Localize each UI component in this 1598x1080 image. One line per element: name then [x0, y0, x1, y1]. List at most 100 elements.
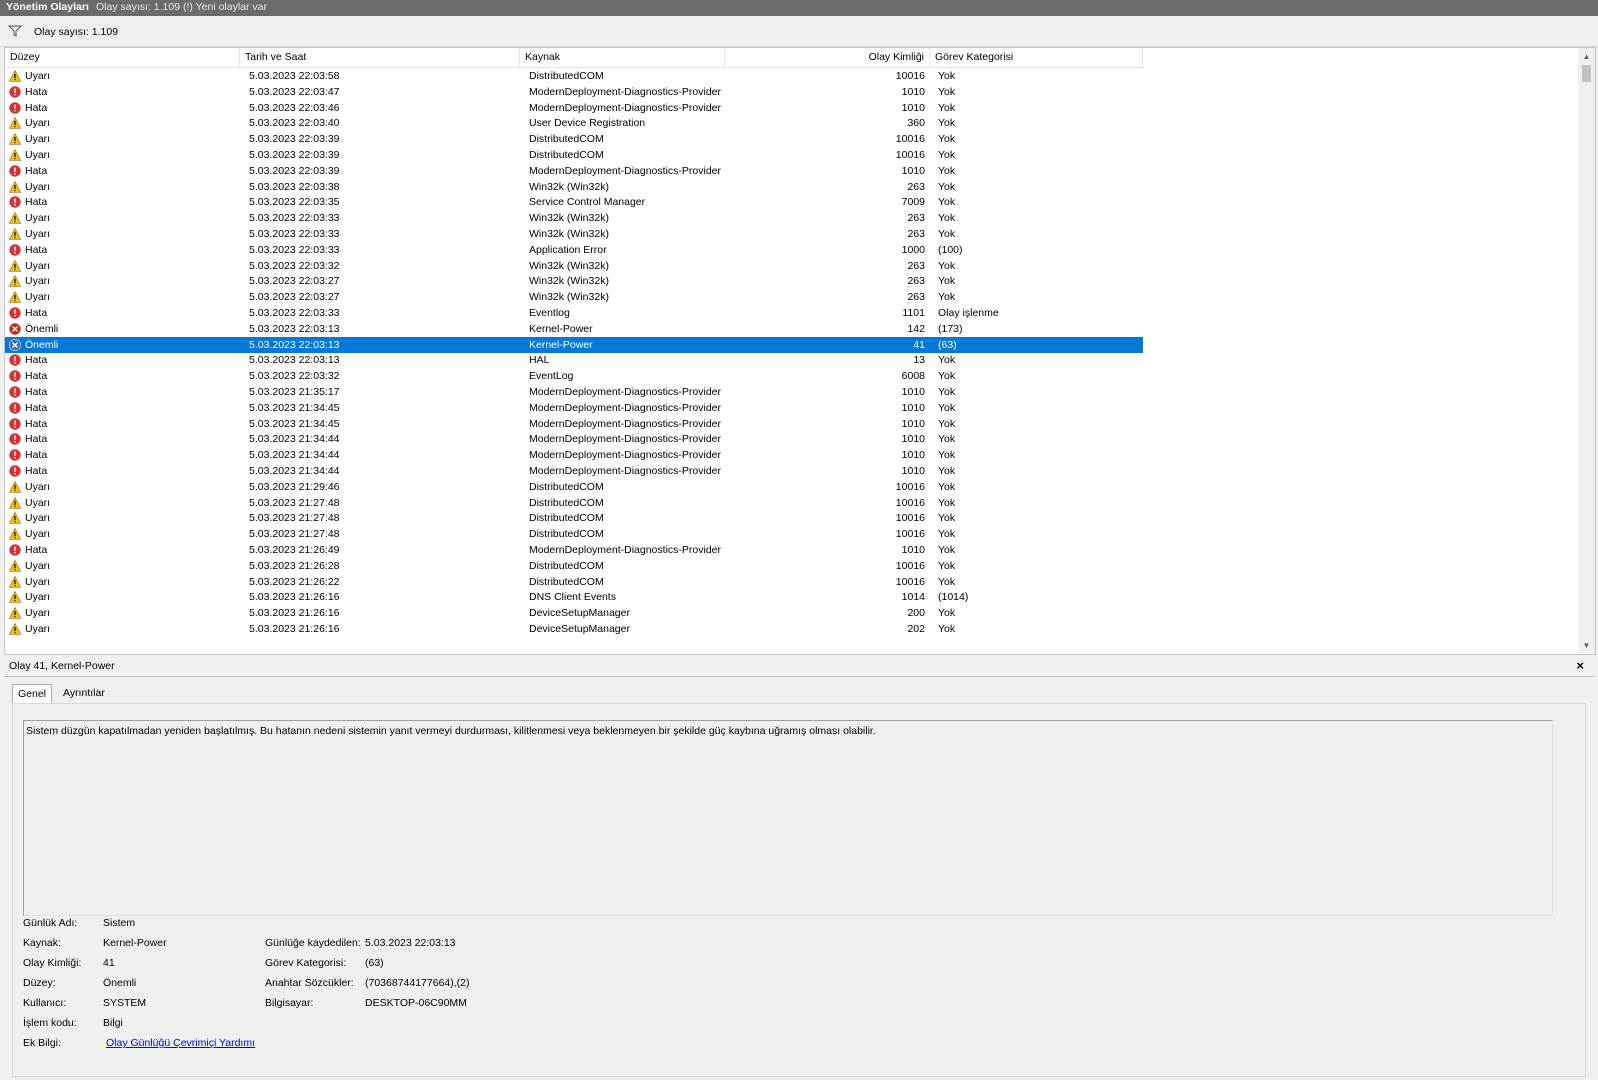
event-level: Önemli [25, 338, 59, 351]
online-help-link[interactable]: Olay Günlüğü Çevrimiçi Yardımı [106, 1037, 255, 1049]
event-row[interactable]: Hata 5.03.2023 21:34:45 ModernDeployment-D… [5, 400, 1143, 416]
event-row[interactable]: Hata 5.03.2023 22:03:35 Service Control Ma… [5, 194, 1143, 210]
event-source: DeviceSetupManager [529, 607, 630, 620]
event-category: Olay işlenme [938, 307, 999, 319]
event-row[interactable]: Hata 5.03.2023 22:03:13 HAL 13 Yok [5, 352, 1143, 368]
keywords-value: (70368744177664),(2) [365, 977, 470, 989]
warning-icon [8, 227, 22, 240]
event-row[interactable]: Hata 5.03.2023 21:35:17 ModernDeployment-D… [5, 384, 1143, 400]
event-row[interactable]: Uyarı 5.03.2023 21:26:16 DeviceSetupManage… [5, 605, 1143, 621]
event-datetime: 5.03.2023 22:03:40 [249, 117, 340, 130]
event-row[interactable]: Uyarı 5.03.2023 21:27:48 DistributedCOM 100… [5, 526, 1143, 542]
event-category: Yok [938, 496, 956, 509]
event-row[interactable]: Uyarı 5.03.2023 22:03:27 Win32k (Win32k) 26… [5, 289, 1143, 305]
event-level: Uyarı [25, 180, 51, 193]
close-icon[interactable]: × [1576, 656, 1584, 676]
event-row[interactable]: Uyarı 5.03.2023 21:27:48 DistributedCOM 100… [5, 495, 1143, 511]
event-level: Hata [25, 433, 48, 446]
event-row[interactable]: Önemli 5.03.2023 22:03:13 Kernel-Power 142 (… [5, 321, 1143, 337]
event-category: (100) [938, 243, 963, 256]
event-category: Yok [938, 559, 956, 572]
event-row[interactable]: Uyarı 5.03.2023 21:26:16 DeviceSetupManage… [5, 621, 1143, 637]
filter-icon[interactable] [8, 25, 22, 37]
event-source: Win32k (Win32k) [529, 228, 609, 240]
warning-icon [8, 480, 22, 493]
event-row[interactable]: Uyarı 5.03.2023 22:03:39 DistributedCOM 100… [5, 131, 1143, 147]
tab-details[interactable]: Ayrıntılar [58, 684, 110, 703]
event-row[interactable]: Uyarı 5.03.2023 22:03:39 DistributedCOM 100… [5, 147, 1143, 163]
column-header-category[interactable]: Görev Kategorisi [930, 48, 1143, 67]
event-row[interactable]: Hata 5.03.2023 22:03:46 ModernDeployment-D… [5, 100, 1143, 116]
event-row[interactable]: Hata 5.03.2023 22:03:47 ModernDeployment-D… [5, 84, 1143, 100]
event-row[interactable]: Hata 5.03.2023 22:03:33 Eventlog 1101 Olay i… [5, 305, 1143, 321]
event-row[interactable]: Uyarı 5.03.2023 22:03:58 DistributedCOM 100… [5, 68, 1143, 84]
column-header-source[interactable]: Kaynak [520, 48, 725, 67]
event-level: Uyarı [25, 575, 51, 588]
event-row[interactable]: Hata 5.03.2023 21:26:49 ModernDeployment-D… [5, 542, 1143, 558]
event-row[interactable]: Uyarı 5.03.2023 22:03:32 Win32k (Win32k) 26… [5, 258, 1143, 274]
scroll-down-arrow-icon[interactable]: ▼ [1578, 637, 1595, 654]
event-level: Hata [25, 101, 48, 114]
event-category: Yok [938, 212, 956, 225]
event-row[interactable]: Hata 5.03.2023 21:34:44 ModernDeployment-D… [5, 431, 1143, 447]
event-id: 1010 [901, 417, 925, 430]
event-level: Uyarı [25, 512, 51, 525]
event-row[interactable]: Uyarı 5.03.2023 22:03:33 Win32k (Win32k) 26… [5, 226, 1143, 242]
event-row[interactable]: Uyarı 5.03.2023 21:26:28 DistributedCOM 100… [5, 558, 1143, 574]
error-icon [9, 417, 21, 430]
event-row[interactable]: Hata 5.03.2023 21:34:45 ModernDeployment-D… [5, 416, 1143, 432]
column-header-level[interactable]: Düzey [5, 48, 240, 67]
general-tab-panel: Sistem düzgün kapatılmadan yeniden başla… [12, 703, 1586, 1077]
error-icon [9, 544, 21, 556]
column-header-event-id[interactable]: Olay Kimliği [725, 48, 930, 67]
event-description[interactable]: Sistem düzgün kapatılmadan yeniden başla… [23, 720, 1553, 916]
event-level: Hata [25, 354, 48, 367]
event-id: 13 [913, 354, 925, 367]
warning-icon [8, 275, 22, 287]
event-row[interactable]: Uyarı 5.03.2023 21:26:22 DistributedCOM 100… [5, 574, 1143, 590]
event-source: ModernDeployment-Diagnostics-Provider [529, 101, 721, 114]
event-id: 1014 [901, 591, 925, 604]
column-header-datetime[interactable]: Tarih ve Saat [240, 48, 520, 67]
warning-icon [8, 180, 22, 193]
event-id: 1010 [901, 164, 925, 177]
event-row[interactable]: Uyarı 5.03.2023 22:03:27 Win32k (Win32k) 26… [5, 273, 1143, 289]
event-category: Yok [938, 480, 956, 493]
event-level: Hata [25, 370, 48, 383]
event-category: Yok [938, 275, 956, 288]
event-datetime: 5.03.2023 21:35:17 [249, 386, 340, 398]
event-row[interactable]: Hata 5.03.2023 22:03:32 EventLog 6008 Yok [5, 368, 1143, 384]
event-id: 142 [907, 322, 925, 335]
event-row[interactable]: Hata 5.03.2023 22:03:39 ModernDeployment-D… [5, 163, 1143, 179]
level-value: Önemli [103, 977, 137, 989]
event-id: 202 [907, 623, 925, 635]
event-list[interactable]: Düzey Tarih ve Saat Kaynak Olay Kimliği … [4, 47, 1596, 655]
event-level: Uyarı [25, 212, 51, 225]
event-row[interactable]: Hata 5.03.2023 21:34:44 ModernDeployment-D… [5, 447, 1143, 463]
event-id: 6008 [901, 370, 925, 383]
tab-general[interactable]: Genel [12, 684, 53, 704]
event-row[interactable]: Uyarı 5.03.2023 21:26:16 DNS Client Events… [5, 589, 1143, 605]
event-row[interactable]: Uyarı 5.03.2023 21:27:48 DistributedCOM 100… [5, 510, 1143, 526]
event-datetime: 5.03.2023 22:03:32 [249, 370, 340, 383]
event-row[interactable]: Uyarı 5.03.2023 22:03:38 Win32k (Win32k) 26… [5, 179, 1143, 195]
event-row[interactable]: Uyarı 5.03.2023 22:03:40 User Device Regis… [5, 115, 1143, 131]
event-row[interactable]: Önemli 5.03.2023 22:03:13 Kernel-Power 41 (6… [5, 336, 1143, 353]
vertical-scrollbar[interactable]: ▲ ▼ [1578, 48, 1595, 654]
event-row[interactable]: Hata 5.03.2023 21:34:44 ModernDeployment-D… [5, 463, 1143, 479]
event-row[interactable]: Uyarı 5.03.2023 22:03:33 Win32k (Win32k) 26… [5, 210, 1143, 226]
event-row[interactable]: Hata 5.03.2023 22:03:33 Application Error 1… [5, 242, 1143, 258]
event-id: 1010 [901, 401, 925, 414]
logged-label: Günlüğe kaydedilen: [265, 937, 361, 949]
event-source: DistributedCOM [529, 528, 604, 541]
event-category: Yok [938, 465, 956, 477]
critical-icon [9, 338, 21, 351]
event-id: 10016 [895, 480, 925, 493]
event-row[interactable]: Uyarı 5.03.2023 21:29:46 DistributedCOM 100… [5, 479, 1143, 495]
event-source: ModernDeployment-Diagnostics-Provider [529, 401, 721, 414]
event-category: (1014) [938, 591, 969, 604]
event-source: User Device Registration [529, 117, 646, 130]
scroll-thumb[interactable] [1582, 65, 1591, 82]
event-datetime: 5.03.2023 21:34:45 [249, 417, 340, 430]
scroll-up-arrow-icon[interactable]: ▲ [1578, 48, 1595, 65]
